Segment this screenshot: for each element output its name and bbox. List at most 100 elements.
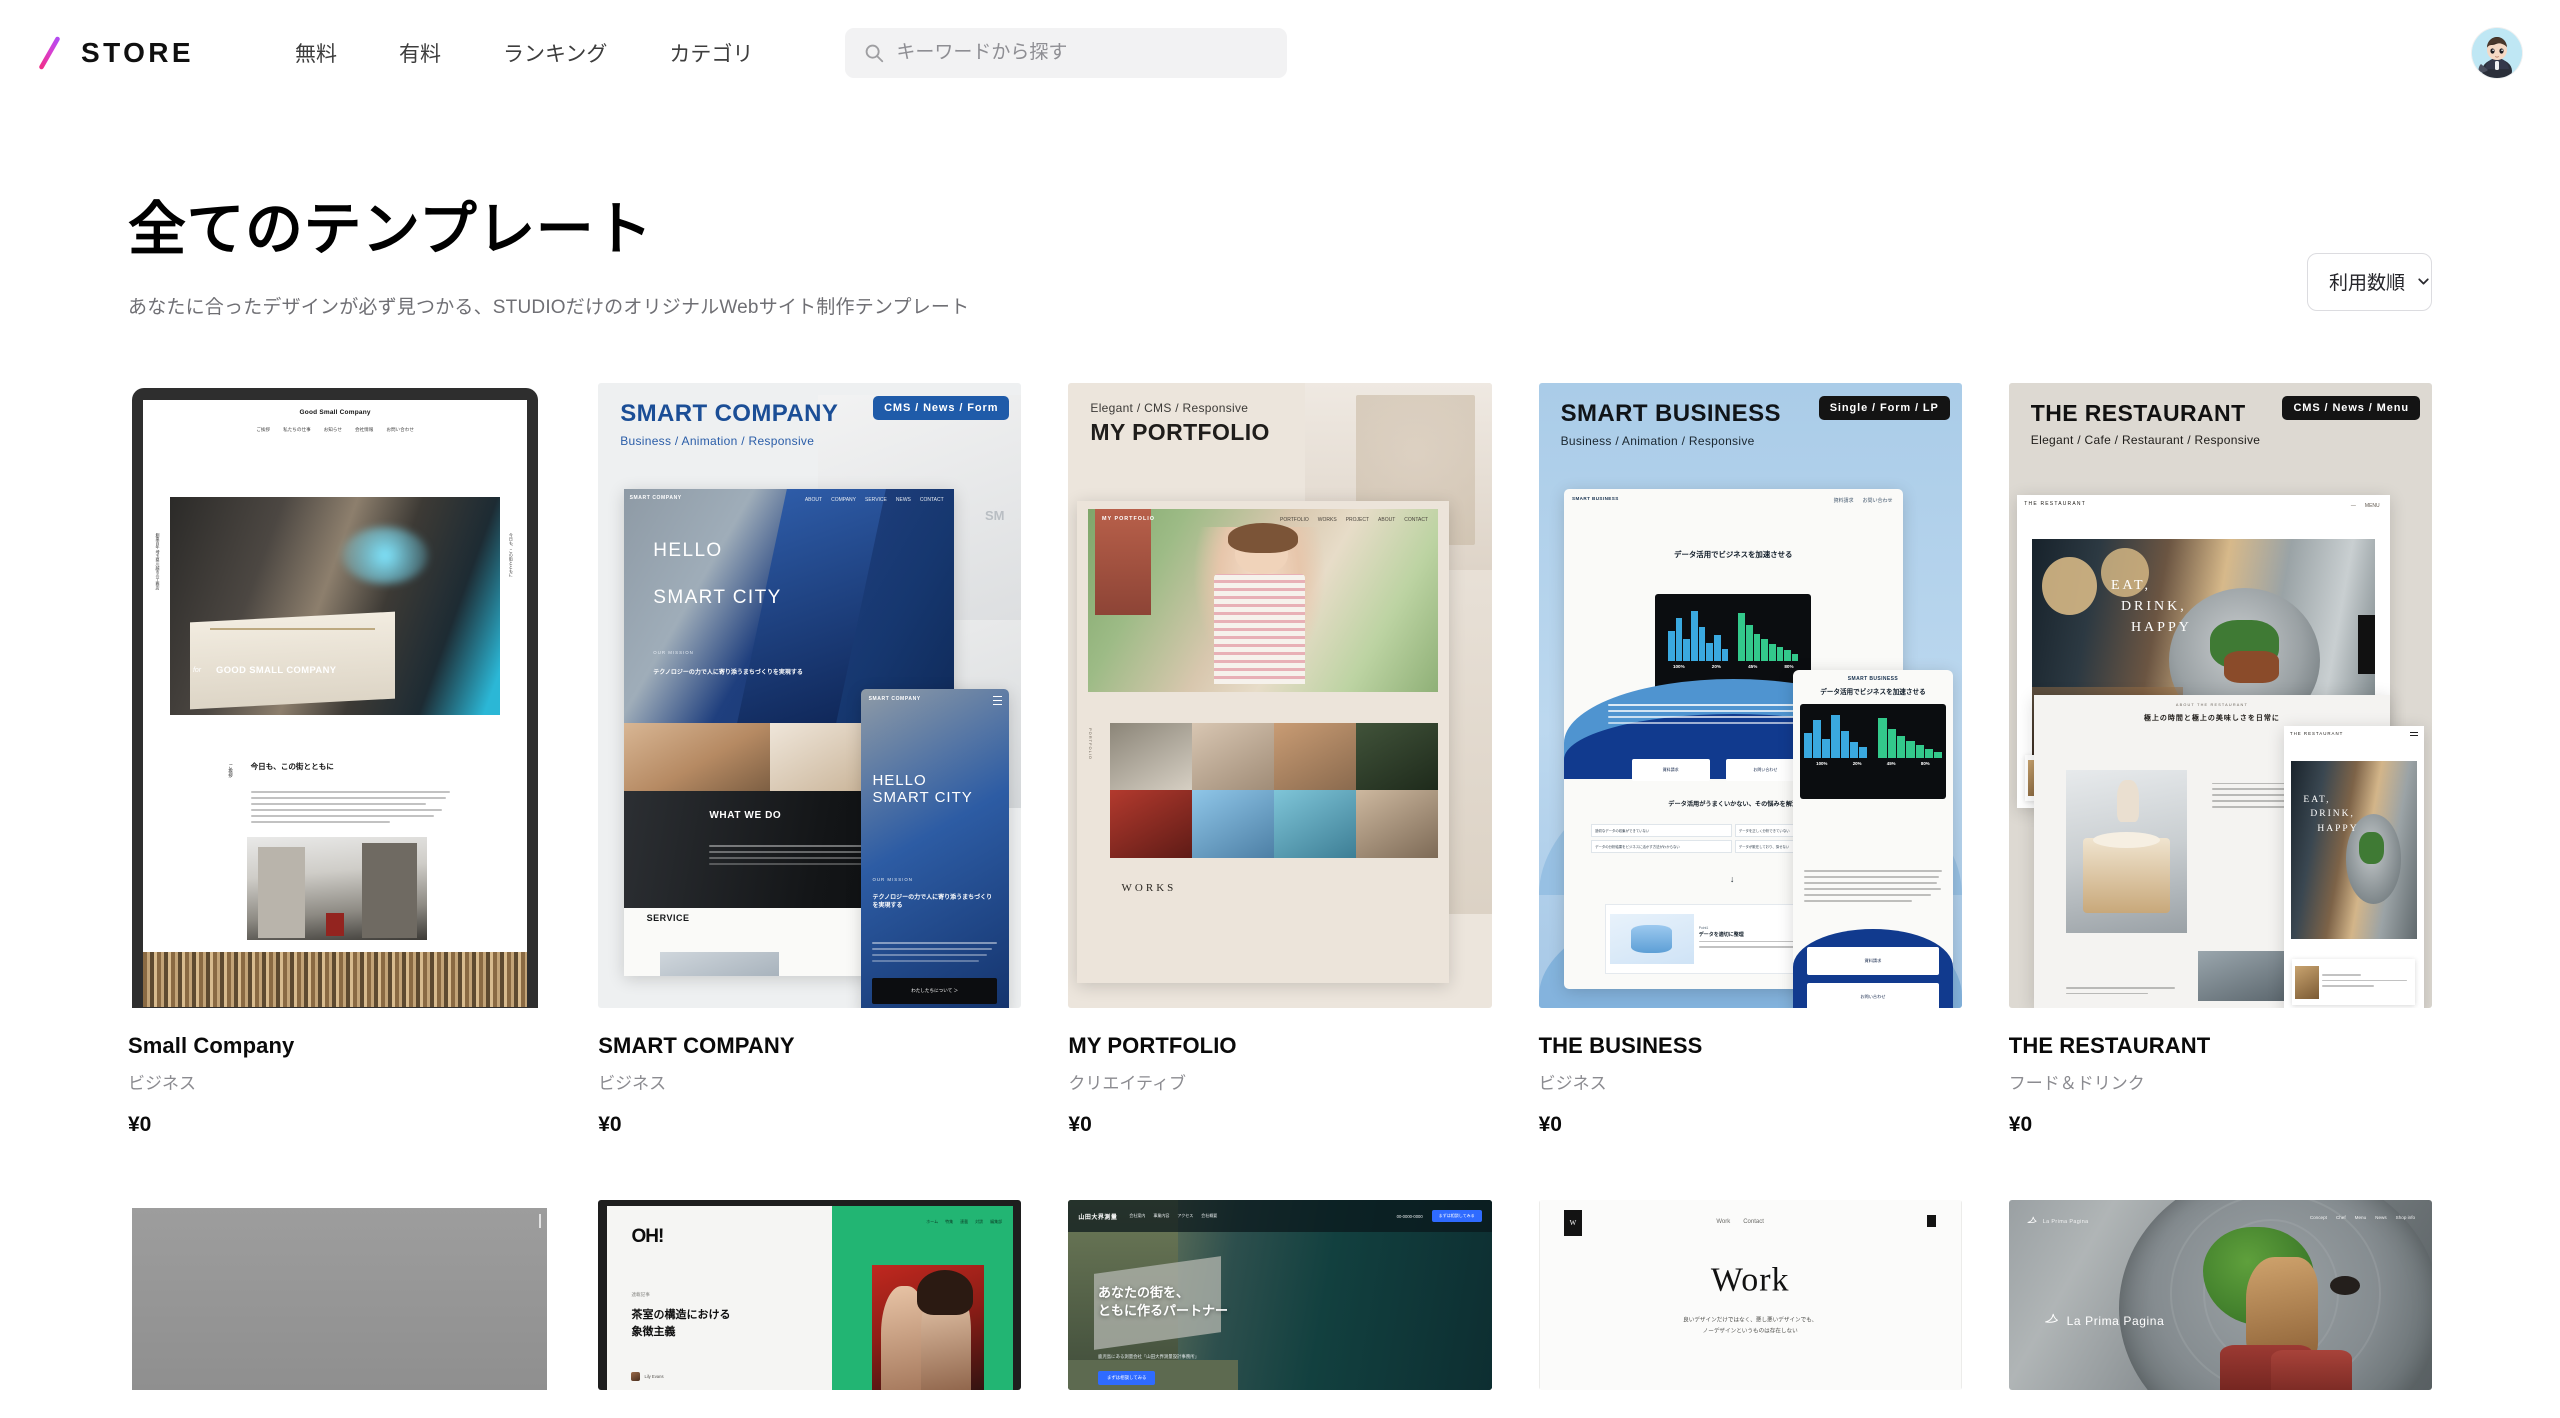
issue-item: 適切なデータの収集ができていない: [1591, 823, 1732, 837]
yamada-nav-item: 会社案内: [1129, 1213, 1146, 1219]
search-icon: [863, 42, 885, 64]
search-box[interactable]: [845, 27, 1288, 78]
nav-item-category[interactable]: カテゴリ: [638, 28, 784, 78]
mobile-mockup: SMART BUSINESS データ活用でビジネスを加速させる 100% 20%…: [1792, 670, 1954, 1008]
brand-logo[interactable]: STORE: [34, 35, 194, 71]
template-card[interactable]: OH! 連載記事 茶室の構造における 象徴主義 Lily Evans ホーム 特…: [598, 1200, 1022, 1391]
mobile-mockup: SMART COMPANY HELLO SMART CITY OUR MISSI…: [860, 688, 1009, 1008]
m-hero-1: HELLO: [872, 772, 927, 790]
oh-author: Lily Evans: [644, 1373, 664, 1379]
site-header: STORE 無料 有料 ランキング カテゴリ: [0, 0, 2560, 105]
mobile-mockup: THE RESTAURANT EAT, DRINK, HAPPY: [2283, 726, 2424, 1008]
template-card[interactable]: Single / Form / LP SMART BUSINESS Busine…: [1538, 382, 1962, 1138]
stat: 100%: [1672, 664, 1685, 670]
work-sub-2: ノーデザインというものは存在しない: [1702, 1327, 1798, 1334]
template-grid-row-1: Good Small Company ご挨拶 私たちの仕事 お知らせ 会社情報 …: [128, 382, 2432, 1138]
card-category: クリエイティブ: [1068, 1074, 1187, 1094]
sort-dropdown[interactable]: 利用数順: [2307, 252, 2432, 311]
inner-nav-item: ABOUT: [1378, 516, 1396, 523]
template-thumbnail[interactable]: Elegant / CMS / Responsive MY PORTFOLIO …: [1068, 382, 1492, 1008]
m-hero-3: HAPPY: [2317, 823, 2359, 834]
arrow-down-icon: ↓: [1729, 873, 1735, 884]
thumb-tagline: Business / Animation / Responsive: [1560, 434, 1755, 449]
hero-line-2: SMART CITY: [653, 587, 782, 609]
m-hero-2: DRINK,: [2310, 809, 2355, 820]
laprima-nav-item: Shop info: [2395, 1215, 2416, 1221]
yamada-nav-item: 会社概要: [1201, 1213, 1218, 1219]
thumb-title: SMART BUSINESS: [1560, 399, 1781, 427]
side-text-right: 今日も、この街とともに: [508, 533, 514, 578]
oh-title-2: 象徴主義: [631, 1326, 676, 1339]
page-body: 全てのテンプレート あなたに合ったデザインが必ず見つかる、STUDIOだけのオリ…: [0, 105, 2560, 1391]
search-input[interactable]: [896, 41, 1270, 64]
inner-hero-title: データ活用でビジネスを加速させる: [1674, 549, 1793, 559]
stat: 20%: [1852, 761, 1862, 767]
card-category: ビジネス: [128, 1074, 196, 1094]
card-title: Small Company: [128, 1032, 295, 1058]
search-area: [845, 27, 1288, 78]
template-card[interactable]: Good Small Company ご挨拶 私たちの仕事 お知らせ 会社情報 …: [128, 382, 552, 1138]
hero-line-1: HELLO: [653, 540, 723, 562]
thumb-tagline: Elegant / CMS / Responsive: [1090, 400, 1249, 415]
template-thumbnail[interactable]: OH! 連載記事 茶室の構造における 象徴主義 Lily Evans ホーム 特…: [598, 1200, 1022, 1391]
oh-nav-item: ホーム: [926, 1218, 939, 1224]
template-card[interactable]: W Work Contact Work 良いデザインだけではなく、悪し悪いデザイ…: [1538, 1200, 1962, 1391]
oh-title-1: 茶室の構造における: [631, 1309, 731, 1322]
template-thumbnail[interactable]: 山田大界測量 会社案内 事業内容 アクセス 会社概要 00-0000-0000 …: [1068, 1200, 1492, 1391]
nav-item-paid[interactable]: 有料: [368, 28, 472, 78]
card-meta: THE BUSINESS ビジネス ¥0: [1539, 1008, 1962, 1138]
template-thumbnail[interactable]: W Work Contact Work 良いデザインだけではなく、悪し悪いデザイ…: [1538, 1200, 1962, 1391]
template-card[interactable]: 山田大界測量 会社案内 事業内容 アクセス 会社概要 00-0000-0000 …: [1068, 1200, 1492, 1391]
template-thumbnail[interactable]: La Prima Pagina Concept Chef Menu News S…: [2008, 1200, 2432, 1391]
yamada-hero-1: あなたの街を、: [1098, 1284, 1190, 1300]
nav-item-ranking[interactable]: ランキング: [472, 28, 638, 78]
hero-photo: [169, 496, 501, 716]
page-subtitle: あなたに合ったデザインが必ず見つかる、STUDIOだけのオリジナルWebサイト制…: [128, 296, 970, 318]
yamada-logo: 山田大界測量: [1078, 1214, 1118, 1221]
thumb-title: SMART COMPANY: [620, 399, 839, 427]
template-card[interactable]: SHIGETA KOBAYASHI photography: [128, 1200, 552, 1391]
laprima-logo-icon: [2026, 1213, 2038, 1231]
template-thumbnail[interactable]: CMS / News / Menu THE RESTAURANT Elegant…: [2008, 382, 2432, 1008]
template-badge: CMS / News / Form: [873, 395, 1010, 420]
template-card[interactable]: Elegant / CMS / Responsive MY PORTFOLIO …: [1068, 382, 1492, 1138]
yamada-hero-sub: 鹿児島にある測量会社「山田大界測量設計事務所」: [1098, 1353, 1199, 1359]
yamada-cta[interactable]: まずは相談してみる: [1431, 1210, 1482, 1223]
section-works: WORKS: [1121, 881, 1177, 894]
lower-section-title: 極上の時間と極上の美味しさを日常に: [2143, 715, 2280, 723]
about-label: ABOUT THE RESTAURANT: [2175, 703, 2248, 708]
oh-nav-item: 連載: [960, 1218, 969, 1224]
template-thumbnail[interactable]: SM SM CMS / News / Form SMART COMPANY Bu…: [598, 382, 1022, 1008]
template-thumbnail[interactable]: Single / Form / LP SMART BUSINESS Busine…: [1538, 382, 1962, 1008]
template-card[interactable]: La Prima Pagina Concept Chef Menu News S…: [2008, 1200, 2432, 1391]
avatar[interactable]: [2472, 27, 2522, 78]
template-grid-row-2: SHIGETA KOBAYASHI photography OH! 連載記事 茶…: [128, 1200, 2432, 1391]
yamada-hero-cta[interactable]: まずは相談してみる: [1098, 1370, 1156, 1385]
yamada-hero-2: ともに作るパートナー: [1098, 1302, 1229, 1318]
card-meta: Small Company ビジネス ¥0: [128, 1008, 551, 1138]
hero-line-2: DRINK,: [2120, 598, 2187, 614]
card-title: THE RESTAURANT: [2008, 1032, 2211, 1058]
oh-nav-item: 編集部: [990, 1218, 1003, 1224]
sort-selected-label: 利用数順: [2329, 273, 2406, 295]
thumb-title: MY PORTFOLIO: [1090, 418, 1270, 445]
laprima-nav-item: Concept: [2309, 1215, 2327, 1221]
template-thumbnail[interactable]: Good Small Company ご挨拶 私たちの仕事 お知らせ 会社情報 …: [128, 382, 552, 1008]
oh-logo: OH!: [631, 1226, 664, 1248]
card-category: フード＆ドリンク: [2008, 1074, 2145, 1094]
body-lines: [250, 791, 451, 827]
template-card[interactable]: CMS / News / Menu THE RESTAURANT Elegant…: [2008, 382, 2432, 1138]
inner-site-logo: Good Small Company: [299, 408, 371, 416]
template-card[interactable]: SM SM CMS / News / Form SMART COMPANY Bu…: [598, 382, 1022, 1138]
mission-title: テクノロジーの力で人に寄り添うまちづくりを実現する: [653, 669, 803, 676]
template-thumbnail[interactable]: SHIGETA KOBAYASHI photography: [128, 1200, 552, 1391]
card-category: ビジネス: [1538, 1074, 1607, 1094]
nav-item-free[interactable]: 無料: [264, 28, 368, 78]
laprima-logo: La Prima Pagina: [2042, 1219, 2089, 1226]
section-service: SERVICE: [646, 913, 690, 924]
card-price: ¥0: [1538, 1113, 1562, 1137]
stat: 20%: [1711, 664, 1721, 670]
card-meta: SMART COMPANY ビジネス ¥0: [598, 1008, 1021, 1138]
inner-section-title: 今日も、この街とともに: [250, 762, 334, 771]
m-mission-title: テクノロジーの力で人に寄り添うまちづくりを実現する: [872, 894, 993, 910]
